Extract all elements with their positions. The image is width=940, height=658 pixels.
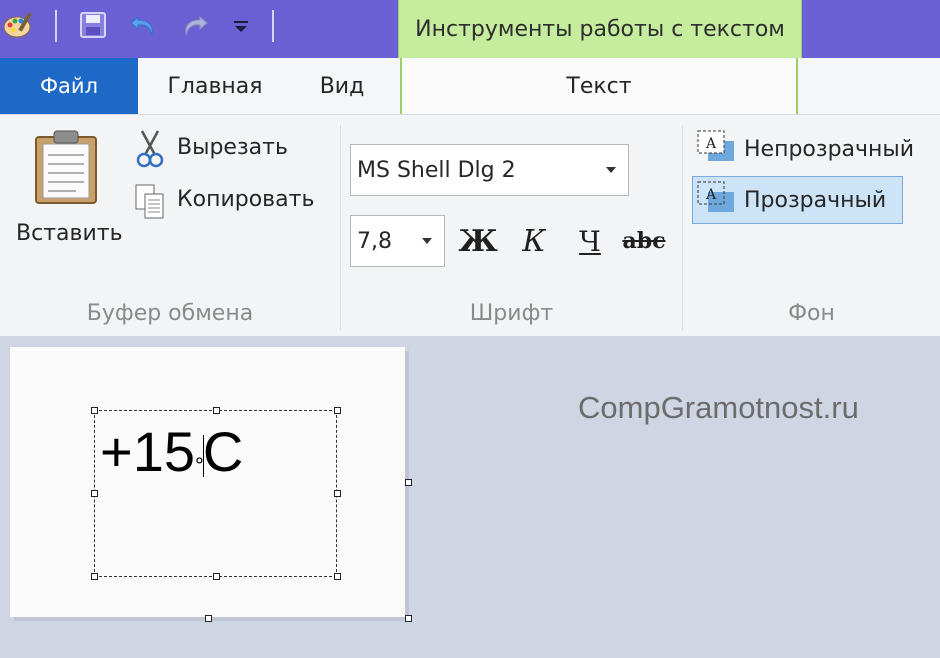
copy-icon[interactable]: [134, 183, 166, 225]
degree-symbol: °: [195, 453, 204, 478]
transparent-option[interactable]: A Прозрачный: [692, 176, 903, 224]
tab-home[interactable]: Главная: [150, 58, 280, 114]
opaque-icon: A: [696, 129, 736, 169]
tab-view[interactable]: Вид: [300, 58, 384, 114]
paste-button[interactable]: Вставить: [16, 221, 123, 246]
resize-handle[interactable]: [91, 407, 98, 414]
strikethrough-button[interactable]: abc: [620, 219, 668, 263]
resize-handle[interactable]: [213, 573, 220, 580]
opaque-option[interactable]: A Непрозрачный: [692, 125, 932, 173]
font-family-value: MS Shell Dlg 2: [357, 157, 516, 183]
bold-button[interactable]: Ж: [458, 219, 498, 263]
resize-handle[interactable]: [91, 490, 98, 497]
canvas-resize-handle[interactable]: [405, 615, 412, 622]
canvas-resize-handle[interactable]: [205, 615, 212, 622]
italic-button[interactable]: К: [514, 219, 554, 263]
canvas-text[interactable]: +15°C: [100, 420, 243, 484]
watermark: CompGramotnost.ru: [578, 390, 859, 425]
resize-handle[interactable]: [334, 490, 341, 497]
font-size-dropdown[interactable]: 7,8: [350, 215, 445, 267]
text-value: +15: [100, 420, 195, 483]
chevron-down-icon: [606, 167, 616, 173]
undo-icon[interactable]: [126, 8, 160, 42]
resize-handle[interactable]: [334, 407, 341, 414]
transparent-icon: A: [696, 180, 736, 220]
resize-handle[interactable]: [91, 573, 98, 580]
svg-text:A: A: [705, 136, 717, 152]
paint-app-icon[interactable]: [2, 8, 36, 42]
scissors-icon[interactable]: [136, 129, 164, 173]
group-divider: [340, 125, 341, 330]
ribbon: Вставить Вырезать Копировать Буфер обмен…: [0, 114, 940, 336]
resize-handle[interactable]: [213, 407, 220, 414]
toolbar-separator: [55, 10, 57, 42]
toolbar-separator: [272, 10, 274, 42]
font-group-label: Шрифт: [469, 301, 554, 326]
save-icon[interactable]: [76, 8, 110, 42]
chevron-down-icon: [422, 238, 432, 244]
customize-dropdown-icon[interactable]: [224, 8, 258, 42]
ribbon-tab-row: Файл Главная Вид Текст: [0, 58, 940, 114]
tab-text[interactable]: Текст: [400, 58, 798, 114]
font-family-dropdown[interactable]: MS Shell Dlg 2: [350, 144, 629, 196]
text-unit: C: [202, 420, 244, 483]
tab-file[interactable]: Файл: [0, 58, 138, 114]
font-size-value: 7,8: [357, 228, 392, 254]
copy-button[interactable]: Копировать: [177, 187, 314, 212]
transparent-label: Прозрачный: [744, 187, 887, 213]
svg-text:A: A: [705, 187, 717, 203]
group-divider: [682, 125, 683, 330]
contextual-tab-header: Инструменты работы с текстом: [398, 0, 802, 58]
paste-icon[interactable]: [30, 129, 102, 209]
background-group-label: Фон: [788, 301, 835, 326]
canvas-resize-handle[interactable]: [405, 479, 412, 486]
opaque-label: Непрозрачный: [744, 136, 915, 162]
underline-button[interactable]: Ч: [570, 219, 610, 263]
redo-icon[interactable]: [178, 8, 212, 42]
cut-button[interactable]: Вырезать: [177, 135, 288, 160]
clipboard-group-label: Буфер обмена: [86, 301, 254, 326]
resize-handle[interactable]: [334, 573, 341, 580]
